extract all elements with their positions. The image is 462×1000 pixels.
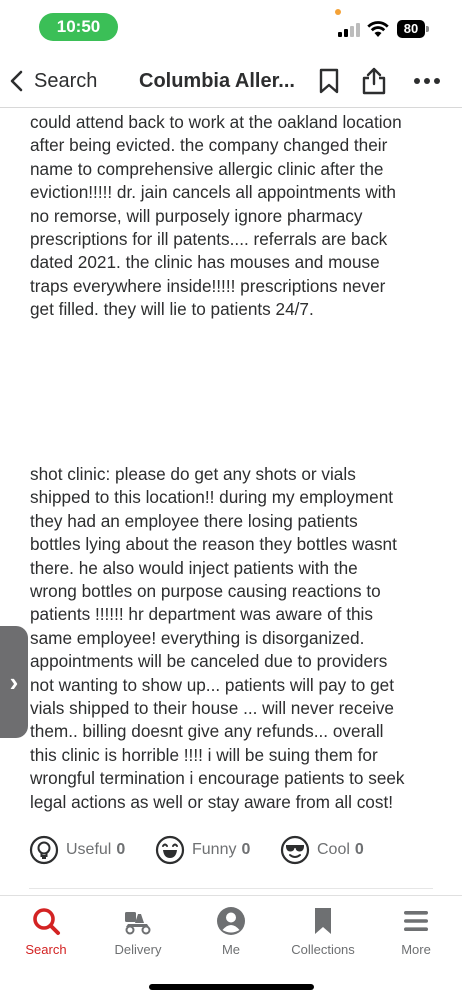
- more-options-button[interactable]: [412, 66, 442, 96]
- review-line: traps everywhere inside!!!!! prescriptio…: [30, 275, 386, 296]
- funny-count: 0: [241, 841, 251, 858]
- review-line: wrong bottles on purpose causing reactio…: [30, 581, 381, 602]
- back-label: Search: [34, 69, 98, 92]
- review-line: name to comprehensive allergic clinic af…: [30, 158, 384, 179]
- cool-count: 0: [354, 841, 364, 858]
- useful-label: Useful: [66, 841, 112, 858]
- review-text: could attend back to work at the oakland…: [30, 111, 435, 322]
- status-bar: 10:50 80: [0, 0, 462, 52]
- review-line: vials shipped to their house ... will ne…: [30, 698, 394, 719]
- review-line: them.. billing doesnt give any refunds..…: [30, 721, 384, 742]
- reaction-bar: Useful 0 Funny 0 Cool 0: [29, 833, 429, 867]
- funny-button[interactable]: Funny 0: [155, 833, 250, 867]
- review-line: no remorse, will purposely ignore pharma…: [30, 205, 363, 226]
- review-line: bottles lying about the reason they bott…: [30, 534, 397, 555]
- cool-button[interactable]: Cool 0: [280, 833, 364, 867]
- sunglasses-face-icon: [280, 835, 310, 865]
- delivery-scooter-icon: [125, 912, 151, 935]
- review-line: they had an employee there losing patien…: [30, 510, 358, 531]
- battery-level: 80: [397, 20, 425, 38]
- profile-icon: [217, 907, 245, 935]
- useful-button[interactable]: Useful 0: [29, 833, 125, 867]
- tab-me[interactable]: Me: [185, 906, 277, 957]
- review-line: patients !!!!!! hr department was aware …: [30, 604, 373, 625]
- menu-icon: [404, 911, 428, 931]
- tab-more-label: More: [401, 942, 431, 957]
- tab-collections[interactable]: Collections: [277, 906, 369, 957]
- chevron-right-icon: ›: [9, 666, 19, 697]
- review-line: could attend back to work at the oakland…: [30, 112, 402, 132]
- review-line: get filled. they will lie to patients 24…: [30, 299, 314, 320]
- ellipsis-icon: [414, 78, 440, 84]
- tab-collections-label: Collections: [291, 942, 355, 957]
- tab-me-label: Me: [221, 942, 241, 957]
- status-time: 10:50: [39, 13, 118, 41]
- funny-label: Funny: [192, 841, 237, 858]
- review-line: same employee! everything is disorganize…: [30, 627, 365, 648]
- divider: [29, 888, 433, 889]
- cool-label: Cool: [317, 841, 350, 858]
- bookmark-icon: [319, 68, 339, 94]
- side-expand-tab[interactable]: ›: [0, 626, 28, 738]
- tab-search-label: Search: [25, 942, 67, 957]
- review-line: legal actions as well or stay aware from…: [30, 791, 393, 812]
- review-line: dated 2021. the clinic has mouses and mo…: [30, 252, 380, 273]
- bottom-tab-bar: Search Delivery Me Collections More: [0, 895, 462, 965]
- back-button[interactable]: Search: [8, 66, 97, 96]
- tab-delivery[interactable]: Delivery: [92, 906, 184, 957]
- share-button[interactable]: [359, 66, 389, 96]
- useful-count: 0: [116, 841, 126, 858]
- tab-more[interactable]: More: [370, 906, 462, 957]
- search-icon: [33, 908, 60, 935]
- home-indicator: [149, 984, 314, 990]
- review-line: eviction!!!!! dr. jain cancels all appoi…: [30, 182, 396, 203]
- bookmark-button[interactable]: [314, 66, 344, 96]
- battery-icon: 80: [397, 20, 429, 38]
- lightbulb-icon: [29, 835, 59, 865]
- review-line: prescriptions for ill patents.... referr…: [30, 229, 388, 250]
- bookmark-icon: [315, 908, 331, 934]
- laughing-face-icon: [155, 835, 185, 865]
- cellular-signal-icon: [338, 23, 362, 37]
- review-text: shot clinic: please do get any shots or …: [30, 463, 435, 814]
- tab-delivery-label: Delivery: [114, 942, 162, 957]
- privacy-indicator-dot: [335, 9, 341, 15]
- wifi-icon: [367, 21, 389, 37]
- review-line: wrongful termination i encourage patient…: [30, 768, 405, 789]
- review-line: this clinic is horrible !!!! i will be s…: [30, 744, 378, 765]
- review-line: not wanting to show up... patients will …: [30, 674, 395, 695]
- chevron-left-icon: [10, 70, 23, 92]
- page-title: Columbia Aller...: [139, 70, 295, 92]
- review-line: shot clinic: please do get any shots or …: [30, 464, 356, 484]
- review-line: shipped to this location!! during my emp…: [30, 487, 394, 508]
- review-line: after being evicted. the company changed…: [30, 135, 388, 156]
- share-icon: [362, 67, 386, 95]
- nav-bar: Search Columbia Aller...: [0, 52, 462, 108]
- review-line: there. he also would inject patients wit…: [30, 557, 358, 578]
- review-line: appointments will be canceled due to pro…: [30, 651, 388, 672]
- tab-search[interactable]: Search: [0, 906, 92, 957]
